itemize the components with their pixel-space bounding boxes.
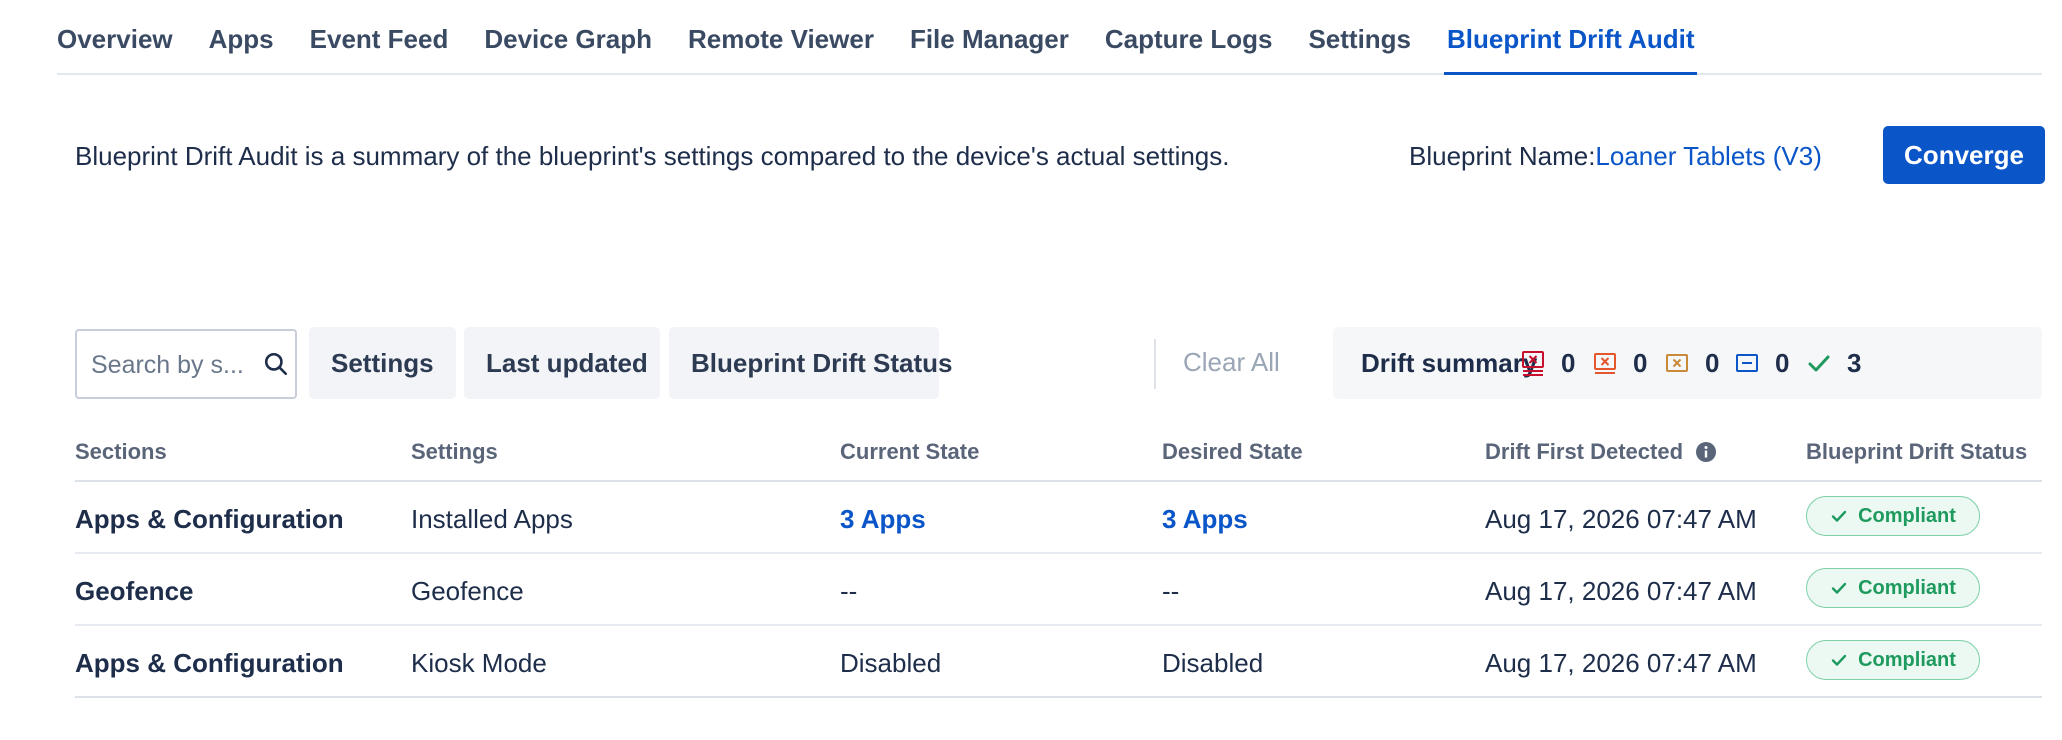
last-updated-filter-label: Last updated: [486, 347, 648, 378]
tab-apps[interactable]: Apps: [209, 24, 274, 73]
cell-current-state: Disabled: [840, 648, 942, 678]
header-drift-first-detected: Drift First Detected: [1485, 439, 1717, 465]
filter-bar: Settings Last updated Blueprint Drift St…: [75, 327, 2042, 399]
table-row: Apps & Configuration Installed Apps 3 Ap…: [75, 482, 2042, 554]
cell-section: Apps & Configuration: [75, 504, 344, 534]
status-badge: Compliant: [1806, 640, 1980, 680]
settings-filter-label: Settings: [331, 347, 434, 378]
drift-summary: Drift summary 0 0 0 0 3: [1333, 327, 2042, 399]
critical-drift-icon: [1522, 351, 1544, 376]
tab-remote-viewer[interactable]: Remote Viewer: [688, 24, 874, 73]
tab-file-manager[interactable]: File Manager: [910, 24, 1069, 73]
table-row: Geofence Geofence -- -- Aug 17, 2026 07:…: [75, 554, 2042, 626]
blueprint-name-label: Blueprint Name:: [1409, 141, 1596, 171]
cell-section: Apps & Configuration: [75, 648, 344, 678]
status-badge: Compliant: [1806, 496, 1980, 536]
check-icon: [1831, 510, 1847, 522]
medium-drift-icon: [1666, 354, 1688, 372]
drift-summary-critical: 0: [1519, 347, 1575, 379]
drift-status-filter-dropdown[interactable]: Blueprint Drift Status: [669, 327, 952, 399]
last-updated-filter-dropdown[interactable]: Last updated: [464, 327, 660, 399]
drift-summary-high-count: 0: [1633, 347, 1648, 378]
cell-drift-first-detected: Aug 17, 2026 07:47 AM: [1485, 504, 1757, 534]
table-header: Sections Settings Current State Desired …: [75, 434, 2042, 482]
search-input[interactable]: [89, 345, 265, 385]
compliant-check-icon: [1808, 355, 1830, 372]
drift-summary-medium: 0: [1663, 347, 1719, 379]
header-settings: Settings: [411, 439, 498, 464]
drift-summary-high: 0: [1591, 347, 1647, 379]
status-badge: Compliant: [1806, 568, 1980, 608]
drift-summary-compliant-count: 3: [1847, 347, 1862, 378]
drift-summary-compliant: 3: [1805, 347, 1861, 379]
drift-summary-medium-count: 0: [1705, 347, 1720, 378]
page-description: Blueprint Drift Audit is a summary of th…: [75, 141, 1230, 171]
search-box: [75, 329, 297, 399]
cell-setting: Geofence: [411, 576, 524, 606]
status-badge-label: Compliant: [1858, 648, 1956, 671]
cell-drift-first-detected: Aug 17, 2026 07:47 AM: [1485, 648, 1757, 678]
check-icon: [1831, 654, 1847, 666]
tab-settings[interactable]: Settings: [1308, 24, 1411, 73]
tab-capture-logs[interactable]: Capture Logs: [1105, 24, 1273, 73]
description-row: Blueprint Drift Audit is a summary of th…: [75, 126, 2045, 186]
tab-event-feed[interactable]: Event Feed: [310, 24, 449, 73]
blueprint-name: Blueprint Name:Loaner Tablets (V3): [1409, 141, 1822, 172]
drift-table: Sections Settings Current State Desired …: [75, 434, 2042, 698]
low-drift-icon: [1736, 354, 1758, 372]
header-desired-state: Desired State: [1162, 439, 1303, 464]
header-current-state: Current State: [840, 439, 980, 464]
header-blueprint-drift-status: Blueprint Drift Status: [1806, 439, 2028, 464]
tab-device-graph[interactable]: Device Graph: [484, 24, 652, 73]
cell-setting: Installed Apps: [411, 504, 573, 534]
drift-summary-label: Drift summary: [1361, 348, 1538, 378]
settings-filter-dropdown[interactable]: Settings: [309, 327, 456, 399]
cell-current-state-link[interactable]: 3 Apps: [840, 504, 926, 535]
drift-status-filter-label: Blueprint Drift Status: [691, 347, 953, 378]
header-drift-first-detected-label: Drift First Detected: [1485, 439, 1684, 464]
cell-current-state: --: [840, 576, 858, 606]
high-drift-icon: [1594, 353, 1616, 374]
cell-drift-first-detected: Aug 17, 2026 07:47 AM: [1485, 576, 1757, 606]
tab-overview[interactable]: Overview: [57, 24, 173, 73]
drift-summary-critical-count: 0: [1561, 347, 1576, 378]
clear-all-button[interactable]: Clear All: [1183, 347, 1280, 378]
status-badge-label: Compliant: [1858, 576, 1956, 599]
tab-bar: Overview Apps Event Feed Device Graph Re…: [57, 0, 2042, 75]
cell-setting: Kiosk Mode: [411, 648, 547, 678]
header-sections: Sections: [75, 439, 167, 464]
check-icon: [1831, 582, 1847, 594]
cell-desired-state: Disabled: [1162, 648, 1264, 678]
drift-summary-low-count: 0: [1775, 347, 1790, 378]
filter-divider: [1154, 339, 1156, 389]
status-badge-label: Compliant: [1858, 504, 1956, 527]
cell-section: Geofence: [75, 576, 194, 606]
info-icon[interactable]: [1695, 441, 1717, 463]
blueprint-name-link[interactable]: Loaner Tablets (V3): [1595, 141, 1821, 171]
converge-button[interactable]: Converge: [1883, 126, 2045, 184]
drift-summary-low: 0: [1733, 347, 1789, 379]
table-row: Apps & Configuration Kiosk Mode Disabled…: [75, 626, 2042, 698]
cell-desired-state-link[interactable]: 3 Apps: [1162, 504, 1248, 535]
tab-blueprint-drift-audit[interactable]: Blueprint Drift Audit: [1444, 24, 1698, 75]
search-icon[interactable]: [263, 351, 289, 377]
cell-desired-state: --: [1162, 576, 1180, 606]
